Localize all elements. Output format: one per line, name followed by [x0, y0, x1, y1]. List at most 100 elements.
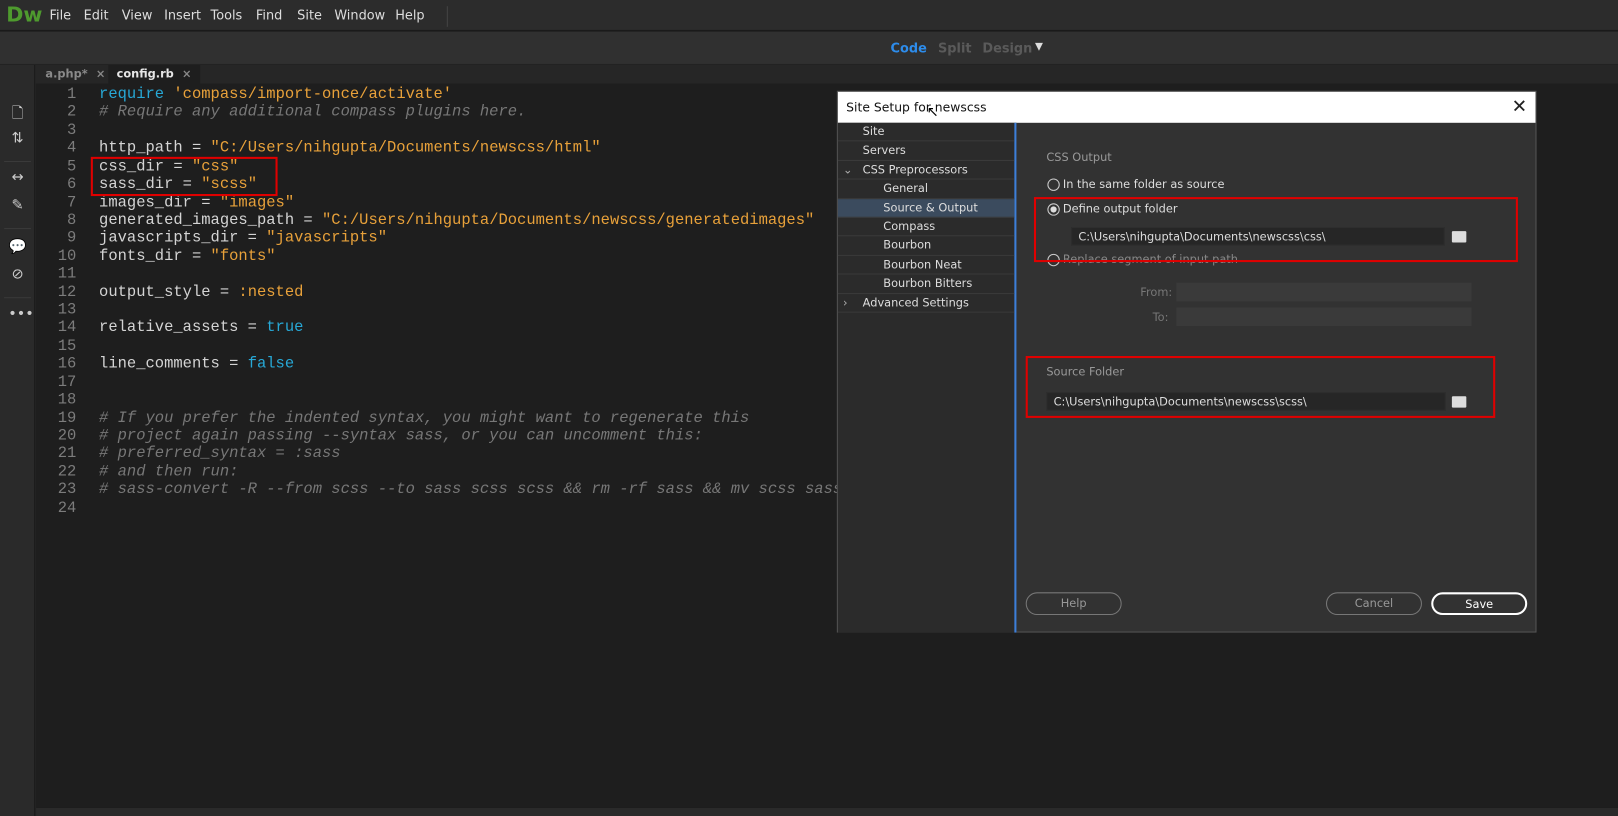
dreamweaver-logo: Dw	[6, 2, 43, 27]
code-token: "C:/Users/nihgupta/Documents/newscss/htm…	[210, 139, 601, 158]
tab-config-rb[interactable]: config.rb ×	[108, 65, 200, 84]
menu-site[interactable]: Site	[297, 7, 322, 22]
design-view-button[interactable]: Design	[982, 40, 1032, 55]
help-button[interactable]: Help	[1025, 592, 1122, 616]
nav-item[interactable]: Bourbon Bitters	[837, 275, 1015, 294]
line-number: 5	[67, 157, 77, 176]
line-number: 20	[57, 427, 77, 445]
view-dropdown-icon[interactable]: ▼	[1035, 41, 1043, 52]
toolbar-divider	[4, 228, 31, 230]
css-output-heading: CSS Output	[1046, 150, 1112, 165]
radio-label: In the same folder as source	[1062, 177, 1225, 191]
nav-item[interactable]: Source & Output	[837, 198, 1015, 218]
menu-edit[interactable]: Edit	[84, 7, 109, 22]
file-transfer-icon[interactable]: ⇅	[8, 130, 27, 149]
browse-folder-icon[interactable]	[1451, 396, 1467, 408]
remove-comment-icon[interactable]: ⊘	[8, 266, 27, 285]
code-token: # Require any additional compass plugins…	[99, 103, 527, 122]
view-mode-bar: Code Split Design ▼	[0, 31, 1618, 66]
menu-view[interactable]: View	[122, 7, 153, 22]
format-code-icon[interactable]: ✎	[8, 197, 27, 216]
line-content: # sass-convert -R --from scss --to sass …	[99, 481, 842, 499]
nav-item-label: Servers	[862, 143, 906, 158]
close-icon[interactable]: ✕	[1512, 96, 1528, 118]
menu-bar: Dw File Edit View Insert Tools Find Site…	[0, 0, 1618, 31]
dialog-title: Site Setup for newscss	[846, 100, 987, 115]
cancel-button[interactable]: Cancel	[1325, 592, 1422, 616]
new-document-icon[interactable]: 🗋	[8, 102, 27, 122]
save-button[interactable]: Save	[1431, 592, 1528, 616]
nav-item-label: Advanced Settings	[862, 295, 969, 310]
radio-same-folder[interactable]: In the same folder as source	[1047, 177, 1225, 191]
more-options-icon[interactable]: •••	[8, 305, 34, 324]
menu-divider	[446, 6, 448, 27]
code-token: # and then run:	[99, 463, 239, 481]
split-view-button[interactable]: Split	[938, 40, 972, 55]
line-number: 16	[57, 355, 77, 373]
menu-window[interactable]: Window	[334, 7, 385, 22]
menu-tools[interactable]: Tools	[211, 7, 243, 22]
nav-item[interactable]: Site	[837, 123, 1015, 142]
expand-arrow-icon[interactable]: ⌄	[843, 161, 853, 180]
code-token: output_style =	[99, 283, 239, 301]
nav-item-label: Site	[862, 124, 885, 139]
line-number: 11	[57, 265, 77, 283]
nav-item-label: General	[883, 181, 929, 196]
source-folder-input[interactable]: C:\Users\nihgupta\Documents\newscss\scss…	[1046, 392, 1446, 411]
line-number: 2	[67, 103, 77, 122]
code-token: # sass-convert -R --from scss --to sass …	[99, 481, 843, 499]
nav-item[interactable]: General	[837, 180, 1015, 199]
nav-item[interactable]: Servers	[837, 142, 1015, 161]
line-number: 15	[57, 337, 77, 355]
nav-item[interactable]: › Advanced Settings	[837, 294, 1015, 313]
line-content: generated_images_path = "C:/Users/nihgup…	[99, 211, 814, 229]
nav-item[interactable]: ⌄ CSS Preprocessors	[837, 161, 1015, 180]
code-token: # project again passing --syntax sass, o…	[99, 427, 703, 445]
horizontal-scrollbar[interactable]	[36, 807, 1618, 816]
line-content: output_style = :nested	[99, 283, 303, 301]
code-view-button[interactable]: Code	[891, 40, 927, 55]
close-icon[interactable]: ×	[182, 67, 192, 80]
nav-item-label: Compass	[883, 219, 936, 234]
line-number: 9	[67, 229, 77, 248]
nav-item[interactable]: Bourbon	[837, 237, 1015, 256]
to-input[interactable]	[1176, 307, 1472, 327]
code-token: # preferred_syntax = :sass	[99, 445, 341, 463]
mouse-cursor-icon: ↖	[926, 104, 939, 121]
apply-comment-icon[interactable]: 💬	[8, 238, 27, 257]
from-input[interactable]	[1176, 282, 1472, 302]
line-content: line_comments = false	[99, 355, 294, 373]
dialog-title-bar[interactable]: Site Setup for newscss ✕	[837, 91, 1536, 123]
line-number: 22	[57, 463, 77, 481]
to-label: To:	[1152, 310, 1169, 325]
line-content: # project again passing --syntax sass, o…	[99, 427, 703, 445]
menu-insert[interactable]: Insert	[164, 7, 201, 22]
code-token: require	[99, 85, 165, 104]
tab-label: a.php*	[45, 67, 88, 81]
line-content: images_dir = "images"	[99, 194, 294, 212]
nav-item[interactable]: Compass	[837, 218, 1015, 237]
expand-arrow-icon[interactable]: ›	[843, 294, 848, 313]
menu-help[interactable]: Help	[395, 7, 424, 22]
nav-item[interactable]: Bourbon Neat	[837, 256, 1015, 275]
code-token: true	[266, 319, 304, 337]
line-number: 10	[57, 247, 77, 265]
document-tabs	[35, 65, 1618, 84]
radio-icon[interactable]	[1047, 178, 1060, 191]
code-token: fonts_dir =	[99, 247, 211, 265]
menu-file[interactable]: File	[50, 7, 72, 22]
nav-item-label: Bourbon	[883, 238, 932, 253]
line-number: 19	[57, 409, 77, 427]
nav-item-label: CSS Preprocessors	[862, 162, 968, 177]
nav-item-label: Bourbon Bitters	[883, 276, 973, 291]
code-token: "fonts"	[210, 247, 276, 265]
expand-collapse-icon[interactable]: ↔	[8, 169, 27, 188]
line-content: # and then run:	[99, 463, 238, 481]
line-content: fonts_dir = "fonts"	[99, 247, 276, 265]
close-icon[interactable]: ×	[96, 67, 106, 80]
line-number: 1	[67, 85, 77, 104]
menu-find[interactable]: Find	[256, 7, 282, 22]
tab-a-php[interactable]: a.php* ×	[37, 65, 114, 84]
line-content: require 'compass/import-once/activate'	[99, 86, 452, 104]
